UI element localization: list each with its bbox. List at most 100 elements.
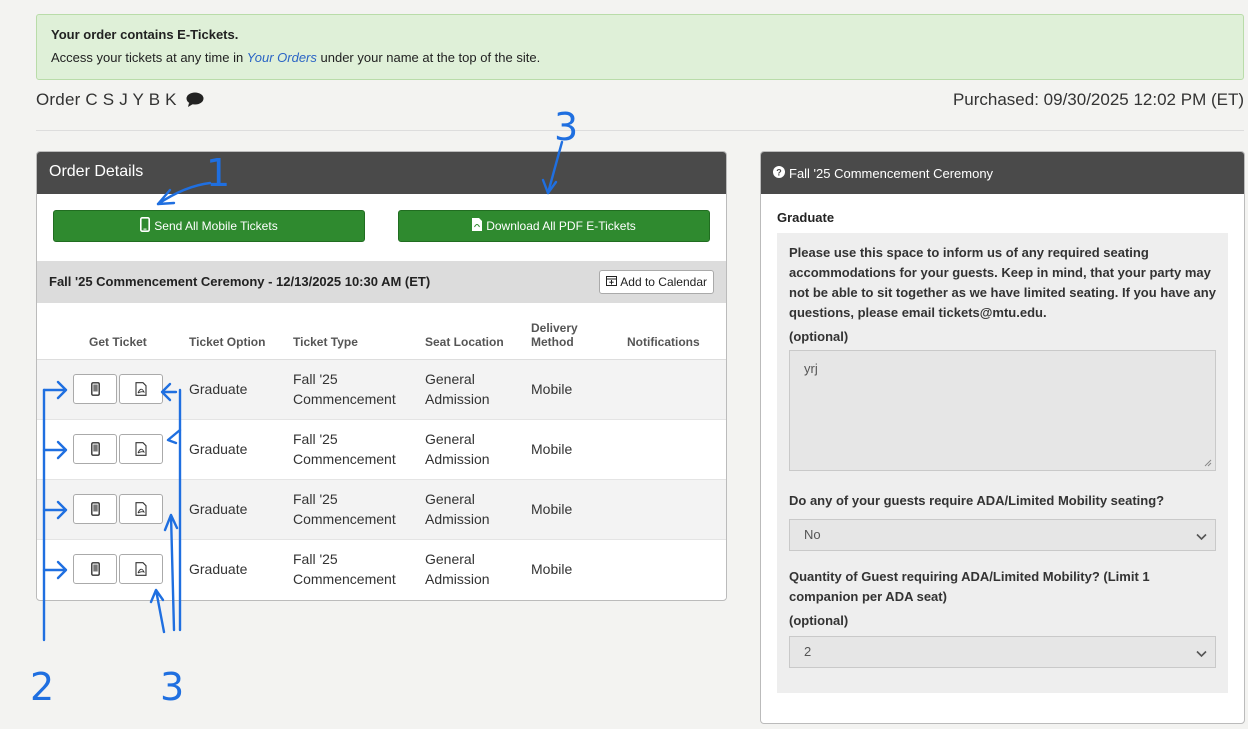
order-details-title: Order Details (37, 152, 726, 194)
mobile-phone-icon (90, 502, 100, 516)
table-row: Graduate Fall '25 Commencement General Adm… (37, 418, 726, 479)
download-all-label: Download All PDF E-Tickets (486, 219, 636, 233)
event-header: Fall '25 Commencement Ceremony - 12/13/2… (37, 261, 726, 303)
order-number: Order C S J Y B K (36, 90, 204, 110)
ticket-option: Graduate (183, 418, 287, 479)
pdf-ticket-button[interactable] (119, 554, 163, 585)
ticket-type-line1: Fall '25 (293, 491, 338, 507)
notifications-cell (621, 538, 726, 599)
question-well: Please use this space to inform us of an… (777, 233, 1228, 693)
event-info-header: ? Fall '25 Commencement Ceremony (761, 152, 1244, 194)
pdf-file-icon (135, 502, 147, 516)
pdf-file-icon (472, 218, 483, 234)
optional-label-2: (optional) (789, 613, 849, 628)
ticket-type-line2: Commencement (293, 571, 396, 588)
table-row: Graduate Fall '25 Commencement General Adm… (37, 478, 726, 539)
ticket-type-line2: Commencement (293, 391, 396, 407)
chevron-down-icon (1196, 529, 1207, 544)
notifications-cell (621, 358, 726, 419)
seat-line2: Admission (425, 511, 490, 527)
seating-note: Please use this space to inform us of an… (789, 245, 1216, 320)
quantity-question: Quantity of Guest requiring ADA/Limited … (789, 569, 1150, 604)
ticket-type-line2: Commencement (293, 451, 396, 467)
alert-text-before: Access your tickets at any time in (51, 50, 247, 65)
get-ticket-cell (37, 418, 183, 479)
mobile-ticket-button[interactable] (73, 374, 117, 404)
mobile-ticket-button[interactable] (73, 494, 117, 524)
resize-handle-icon (1204, 459, 1212, 467)
event-info-panel: ? Fall '25 Commencement Ceremony Graduat… (760, 151, 1245, 724)
mobile-ticket-button[interactable] (73, 434, 117, 464)
table-header-row: Get Ticket Ticket Option Ticket Type Sea… (37, 306, 726, 360)
seat-line1: General (425, 431, 475, 447)
event-title: Fall '25 Commencement Ceremony - 12/13/2… (49, 274, 431, 289)
mobile-ticket-button[interactable] (73, 554, 117, 585)
guest-form: Graduate Please use this space to inform… (761, 194, 1244, 693)
ticket-type: Fall '25 Commencement (287, 478, 419, 539)
seat-line1: General (425, 371, 475, 387)
delivery-method: Mobile (525, 538, 621, 599)
pdf-ticket-button[interactable] (119, 434, 163, 464)
seat-line2: Admission (425, 451, 490, 467)
optional-label: (optional) (789, 329, 849, 344)
alert-title: Your order contains E-Tickets. (51, 27, 239, 42)
mobile-phone-icon (90, 382, 100, 396)
delivery-method: Mobile (525, 478, 621, 539)
seat-location: General Admission (419, 538, 525, 599)
order-label: Order C S J Y B K (36, 90, 177, 109)
seat-location: General Admission (419, 478, 525, 539)
ada-selected-value: No (804, 527, 821, 542)
add-to-calendar-label: Add to Calendar (620, 275, 707, 289)
delivery-method: Mobile (525, 358, 621, 419)
seat-line1: General (425, 551, 475, 568)
pdf-ticket-button[interactable] (119, 374, 163, 404)
tickets-table: Get Ticket Ticket Option Ticket Type Sea… (37, 306, 726, 599)
chevron-down-icon (1196, 646, 1207, 661)
table-row: Graduate Fall '25 Commencement General Adm… (37, 538, 726, 599)
mobile-phone-icon (90, 562, 100, 577)
seat-location: General Admission (419, 358, 525, 419)
get-ticket-cell (37, 358, 183, 419)
col-notifications: Notifications (621, 306, 726, 360)
col-delivery-line1: Delivery (531, 320, 578, 335)
col-delivery-method: Delivery Method (525, 306, 621, 360)
col-ticket-option: Ticket Option (183, 306, 287, 360)
accommodations-textarea[interactable]: yrj (789, 350, 1216, 471)
calendar-icon (606, 275, 618, 289)
notifications-cell (621, 418, 726, 479)
send-all-mobile-button[interactable]: Send All Mobile Tickets (53, 210, 365, 242)
alert-text: Access your tickets at any time in Your … (51, 50, 1229, 65)
ada-select[interactable]: No (789, 519, 1216, 551)
comment-icon[interactable] (182, 90, 204, 109)
pdf-file-icon (135, 562, 147, 577)
annotation-label-3-bottom: 3 (160, 665, 184, 709)
ticket-type: Fall '25 Commencement (287, 358, 419, 419)
send-all-label: Send All Mobile Tickets (154, 219, 278, 233)
event-info-title: Fall '25 Commencement Ceremony (789, 165, 994, 181)
ticket-type: Fall '25 Commencement (287, 418, 419, 479)
seat-line2: Admission (425, 571, 490, 588)
ticket-type-line1: Fall '25 (293, 551, 338, 568)
table-row: Graduate Fall '25 Commencement General Adm… (37, 358, 726, 419)
your-orders-link[interactable]: Your Orders (247, 50, 317, 65)
add-to-calendar-button[interactable]: Add to Calendar (599, 270, 714, 294)
ticket-type-line1: Fall '25 (293, 431, 338, 447)
accommodations-value: yrj (804, 361, 818, 376)
download-all-pdf-button[interactable]: Download All PDF E-Tickets (398, 210, 710, 242)
col-seat-location: Seat Location (419, 306, 525, 360)
col-ticket-type: Ticket Type (287, 306, 419, 360)
delivery-method: Mobile (525, 418, 621, 479)
svg-text:?: ? (776, 167, 782, 177)
seat-line1: General (425, 491, 475, 507)
ada-question: Do any of your guests require ADA/Limite… (789, 493, 1165, 508)
question-circle-icon: ? (773, 165, 785, 181)
pdf-ticket-button[interactable] (119, 494, 163, 524)
ticket-type-line2: Commencement (293, 511, 396, 527)
get-ticket-cell (37, 478, 183, 539)
ticket-type: Fall '25 Commencement (287, 538, 419, 599)
annotation-label-3-top: 3 (554, 105, 578, 149)
seat-line2: Admission (425, 391, 490, 407)
notifications-cell (621, 478, 726, 539)
quantity-select[interactable]: 2 (789, 636, 1216, 668)
ticket-option: Graduate (183, 358, 287, 419)
